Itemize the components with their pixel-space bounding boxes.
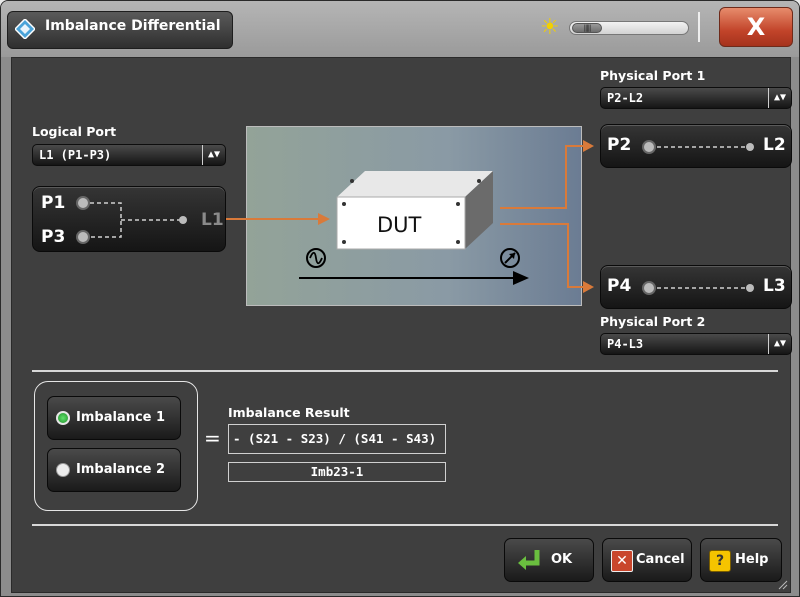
app-logo-icon bbox=[15, 19, 35, 39]
radio-unselected-icon bbox=[56, 463, 70, 477]
physical-port-2-label: Physical Port 2 bbox=[600, 314, 706, 329]
brightness-icon: ☀ bbox=[540, 15, 560, 40]
close-button[interactable]: X bbox=[719, 7, 793, 47]
equals-sign: = bbox=[204, 426, 221, 450]
imbalance-2-radio[interactable]: Imbalance 2 bbox=[47, 448, 181, 492]
imbalance-group: Imbalance 1 Imbalance 2 bbox=[34, 381, 198, 511]
physical-port-2-select[interactable]: P4-L3 ▲▼ bbox=[600, 333, 792, 355]
imbalance-2-label: Imbalance 2 bbox=[76, 462, 166, 477]
dialog-window: Imbalance Differential ☀ ||||| X Physica… bbox=[0, 0, 800, 597]
help-icon: ? bbox=[709, 550, 731, 572]
imbalance-formula: - (S21 - S23) / (S41 - S43) bbox=[228, 424, 446, 454]
cancel-x-icon: ✕ bbox=[611, 550, 633, 572]
help-button[interactable]: ? Help bbox=[700, 538, 782, 582]
port-connector-icon bbox=[642, 140, 754, 154]
title-bar[interactable]: Imbalance Differential ☀ ||||| X bbox=[1, 1, 799, 57]
cancel-button[interactable]: ✕ Cancel bbox=[602, 538, 692, 582]
physical-port-2-panel: P4 L3 bbox=[600, 265, 792, 309]
divider bbox=[32, 370, 778, 372]
formula-text: - (S21 - S23) / (S41 - S43) bbox=[233, 431, 437, 446]
imbalance-trace-name: Imb23-1 bbox=[228, 462, 446, 482]
signal-arrows bbox=[226, 140, 594, 293]
port-connector-icon bbox=[642, 281, 754, 295]
transparency-slider[interactable]: ||||| bbox=[569, 21, 689, 35]
trace-name-text: Imb23-1 bbox=[310, 464, 364, 479]
physical-port-2-value: P4-L3 bbox=[607, 337, 644, 351]
slider-thumb[interactable]: ||||| bbox=[572, 23, 602, 33]
title-separator bbox=[698, 12, 700, 42]
resize-grip-icon[interactable] bbox=[776, 578, 788, 590]
spinner-arrows-icon: ▲▼ bbox=[768, 334, 791, 354]
imbalance-result-label: Imbalance Result bbox=[228, 405, 350, 420]
cancel-label: Cancel bbox=[636, 552, 685, 567]
window-title: Imbalance Differential bbox=[45, 18, 221, 34]
dialog-content: Physical Port 1 P2-L2 ▲▼ Logical Port L1… bbox=[11, 57, 792, 593]
ok-button[interactable]: OK bbox=[504, 538, 594, 582]
physical-port-1-panel: P2 L2 bbox=[600, 124, 792, 168]
help-label: Help bbox=[735, 552, 769, 567]
ok-label: OK bbox=[551, 552, 573, 567]
imbalance-1-radio[interactable]: Imbalance 1 bbox=[47, 396, 181, 440]
imbalance-1-label: Imbalance 1 bbox=[76, 410, 166, 425]
radio-selected-icon bbox=[56, 411, 70, 425]
divider bbox=[32, 524, 778, 526]
ok-arrow-icon bbox=[518, 550, 540, 570]
close-icon: X bbox=[746, 13, 766, 41]
